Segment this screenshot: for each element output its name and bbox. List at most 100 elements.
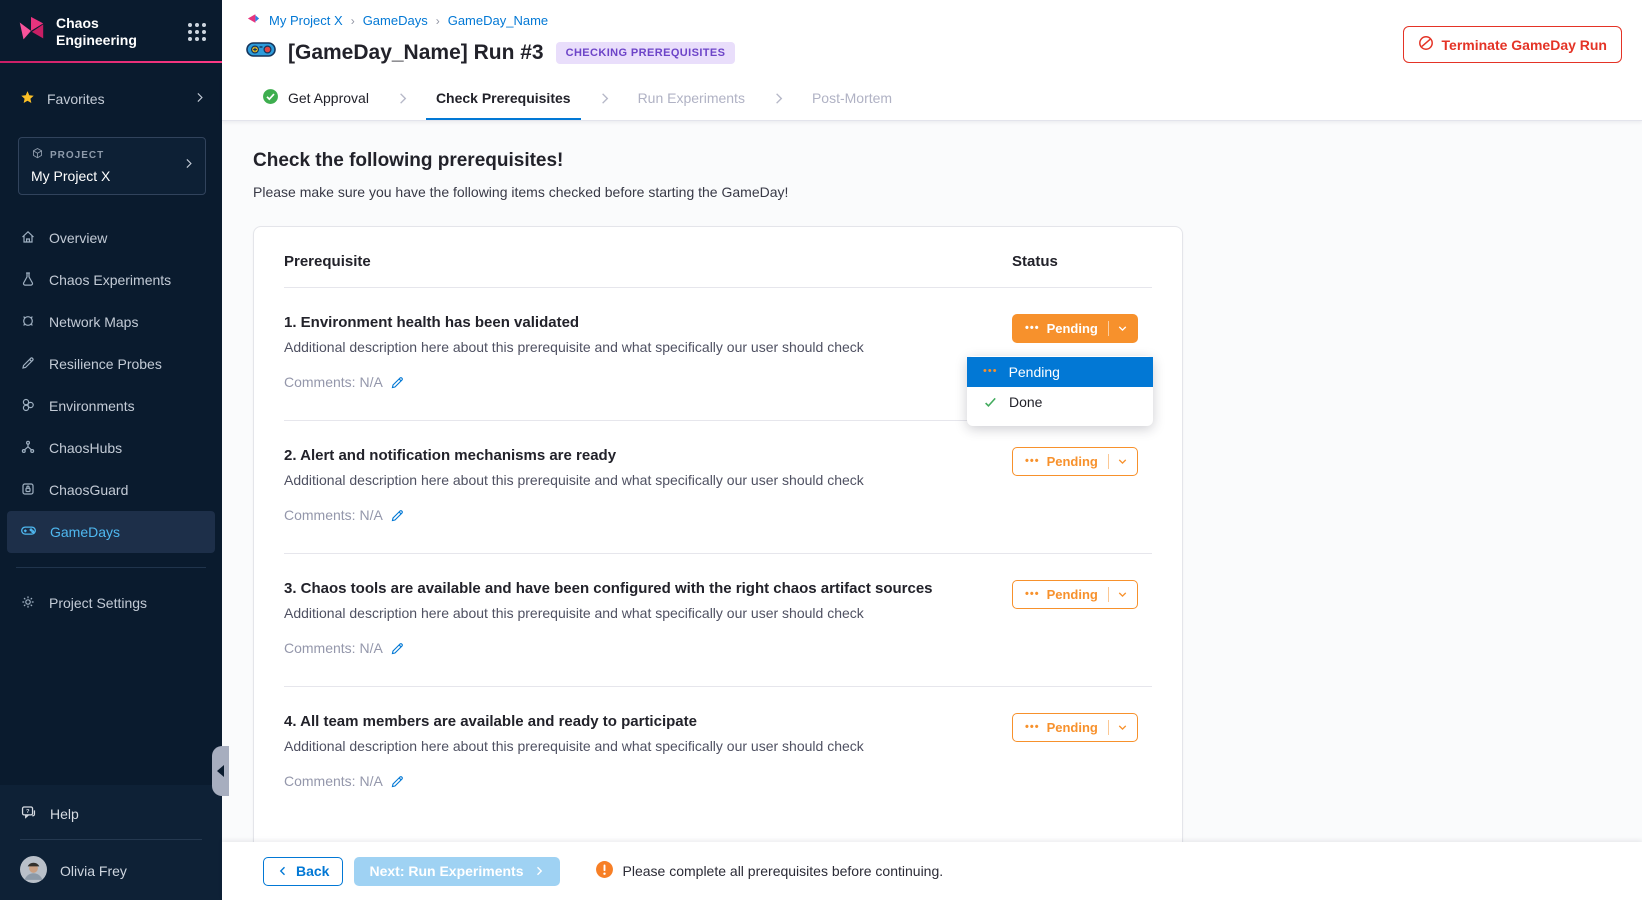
warning-text: Please complete all prerequisites before… bbox=[623, 863, 944, 879]
sidebar-item-chaos-experiments[interactable]: Chaos Experiments bbox=[7, 259, 215, 301]
user-name: Olivia Frey bbox=[60, 863, 127, 879]
nav-label: Network Maps bbox=[49, 314, 138, 330]
gamepad-icon bbox=[20, 522, 37, 542]
network-icon bbox=[20, 313, 36, 332]
environments-icon bbox=[20, 397, 36, 416]
sidebar-item-environments[interactable]: Environments bbox=[7, 385, 215, 427]
status-dropdown-button[interactable]: ••• Pending bbox=[1012, 314, 1138, 343]
pending-dots-icon: ••• bbox=[1025, 721, 1040, 733]
sidebar-item-resilience-probes[interactable]: Resilience Probes bbox=[7, 343, 215, 385]
prerequisite-title: 1. Environment health has been validated bbox=[284, 314, 1012, 331]
table-row: 4. All team members are available and re… bbox=[254, 687, 1182, 819]
chevron-down-icon bbox=[1116, 455, 1129, 468]
nav-label: Chaos Experiments bbox=[49, 272, 171, 288]
back-button[interactable]: Back bbox=[263, 857, 343, 886]
edit-pencil-icon[interactable] bbox=[390, 375, 405, 390]
user-menu[interactable]: Olivia Frey bbox=[0, 842, 222, 900]
next-run-experiments-button[interactable]: Next: Run Experiments bbox=[354, 857, 559, 886]
dropdown-option-done[interactable]: Done bbox=[967, 387, 1153, 417]
prerequisite-description: Additional description here about this p… bbox=[284, 605, 1012, 621]
comments-label: Comments: N/A bbox=[284, 773, 383, 789]
content-subheading: Please make sure you have the following … bbox=[253, 184, 1618, 200]
sidebar-bottom-divider bbox=[20, 839, 202, 840]
step-post-mortem[interactable]: Post-Mortem bbox=[812, 76, 892, 120]
breadcrumb-link-gamedays[interactable]: GameDays bbox=[363, 13, 428, 28]
step-label: Check Prerequisites bbox=[436, 90, 571, 106]
dropdown-option-pending[interactable]: ••• Pending bbox=[967, 357, 1153, 387]
status-label: Pending bbox=[1047, 587, 1098, 602]
chevron-right-icon bbox=[395, 76, 410, 120]
home-icon bbox=[20, 229, 36, 248]
breadcrumb-link-project[interactable]: My Project X bbox=[269, 13, 343, 28]
step-label: Get Approval bbox=[288, 90, 369, 106]
breadcrumb-link-gameday-name[interactable]: GameDay_Name bbox=[448, 13, 548, 28]
check-icon bbox=[983, 395, 998, 410]
probe-pen-icon bbox=[20, 355, 36, 374]
chevron-separator-icon: › bbox=[351, 14, 355, 28]
project-name: My Project X bbox=[31, 168, 182, 184]
check-circle-icon bbox=[262, 88, 279, 108]
chevron-right-icon bbox=[597, 76, 612, 120]
sidebar-collapse-handle[interactable] bbox=[212, 746, 229, 796]
help-label: Help bbox=[50, 806, 79, 822]
prerequisites-card: Prerequisite Status 1. Environment healt… bbox=[253, 226, 1183, 842]
project-selector[interactable]: PROJECT My Project X bbox=[18, 137, 206, 195]
app-switcher-icon[interactable] bbox=[188, 23, 206, 41]
brand-logo-icon bbox=[16, 14, 46, 49]
button-divider bbox=[1108, 587, 1109, 602]
status-dropdown-menu: ••• Pending Done bbox=[967, 356, 1153, 426]
sidebar-header: ChaosEngineering bbox=[0, 0, 222, 61]
sidebar-item-gamedays[interactable]: GameDays bbox=[7, 511, 215, 553]
page-title: [GameDay_Name] Run #3 bbox=[288, 41, 544, 65]
step-run-experiments[interactable]: Run Experiments bbox=[638, 76, 745, 120]
edit-pencil-icon[interactable] bbox=[390, 508, 405, 523]
prerequisite-title: 4. All team members are available and re… bbox=[284, 713, 1012, 730]
gear-icon bbox=[20, 594, 36, 613]
step-get-approval[interactable]: Get Approval bbox=[262, 76, 369, 120]
sidebar-item-overview[interactable]: Overview bbox=[7, 217, 215, 259]
sidebar-item-network-maps[interactable]: Network Maps bbox=[7, 301, 215, 343]
sidebar-divider bbox=[16, 567, 206, 568]
nav-label: ChaosHubs bbox=[49, 440, 122, 456]
column-header-prerequisite: Prerequisite bbox=[284, 253, 1012, 270]
status-dropdown-button[interactable]: ••• Pending bbox=[1012, 713, 1138, 742]
cube-icon bbox=[31, 147, 44, 163]
option-label: Done bbox=[1009, 394, 1042, 410]
terminate-gameday-button[interactable]: Terminate GameDay Run bbox=[1403, 26, 1622, 63]
step-check-prerequisites[interactable]: Check Prerequisites bbox=[436, 76, 571, 120]
breadcrumb-logo-icon bbox=[246, 11, 261, 29]
comments-label: Comments: N/A bbox=[284, 507, 383, 523]
page-header: My Project X › GameDays › GameDay_Name [… bbox=[222, 0, 1642, 76]
chevron-down-icon bbox=[1116, 721, 1129, 734]
nav-label: Resilience Probes bbox=[49, 356, 162, 372]
main-area: My Project X › GameDays › GameDay_Name [… bbox=[222, 0, 1642, 900]
chevron-down-icon bbox=[1116, 588, 1129, 601]
status-dropdown-button[interactable]: ••• Pending bbox=[1012, 447, 1138, 476]
sidebar-item-project-settings[interactable]: Project Settings bbox=[7, 582, 215, 624]
table-row: 2. Alert and notification mechanisms are… bbox=[254, 421, 1182, 553]
next-label: Next: Run Experiments bbox=[369, 863, 523, 879]
pending-dots-icon: ••• bbox=[1025, 455, 1040, 467]
sidebar-item-favorites[interactable]: Favorites bbox=[0, 79, 222, 119]
comments-label: Comments: N/A bbox=[284, 640, 383, 656]
nav-label: GameDays bbox=[50, 524, 120, 540]
table-row: 3. Chaos tools are available and have be… bbox=[254, 554, 1182, 686]
nav-label: Environments bbox=[49, 398, 135, 414]
edit-pencil-icon[interactable] bbox=[390, 774, 405, 789]
step-label: Post-Mortem bbox=[812, 90, 892, 106]
prerequisite-title: 3. Chaos tools are available and have be… bbox=[284, 580, 1012, 597]
svg-text:?: ? bbox=[26, 809, 30, 815]
status-dropdown-button[interactable]: ••• Pending bbox=[1012, 580, 1138, 609]
chevron-left-icon bbox=[277, 865, 289, 877]
step-label: Run Experiments bbox=[638, 90, 745, 106]
edit-pencil-icon[interactable] bbox=[390, 641, 405, 656]
status-label: Pending bbox=[1047, 720, 1098, 735]
hub-molecule-icon bbox=[20, 439, 36, 458]
nav-label: Overview bbox=[49, 230, 107, 246]
warning-icon bbox=[595, 860, 614, 882]
sidebar-item-chaosguard[interactable]: ChaosGuard bbox=[7, 469, 215, 511]
help-button[interactable]: ? Help bbox=[0, 791, 222, 837]
run-stepper: Get Approval Check Prerequisites Run Exp… bbox=[222, 76, 1642, 121]
chevron-left-icon bbox=[217, 765, 224, 777]
sidebar-item-chaoshubs[interactable]: ChaosHubs bbox=[7, 427, 215, 469]
